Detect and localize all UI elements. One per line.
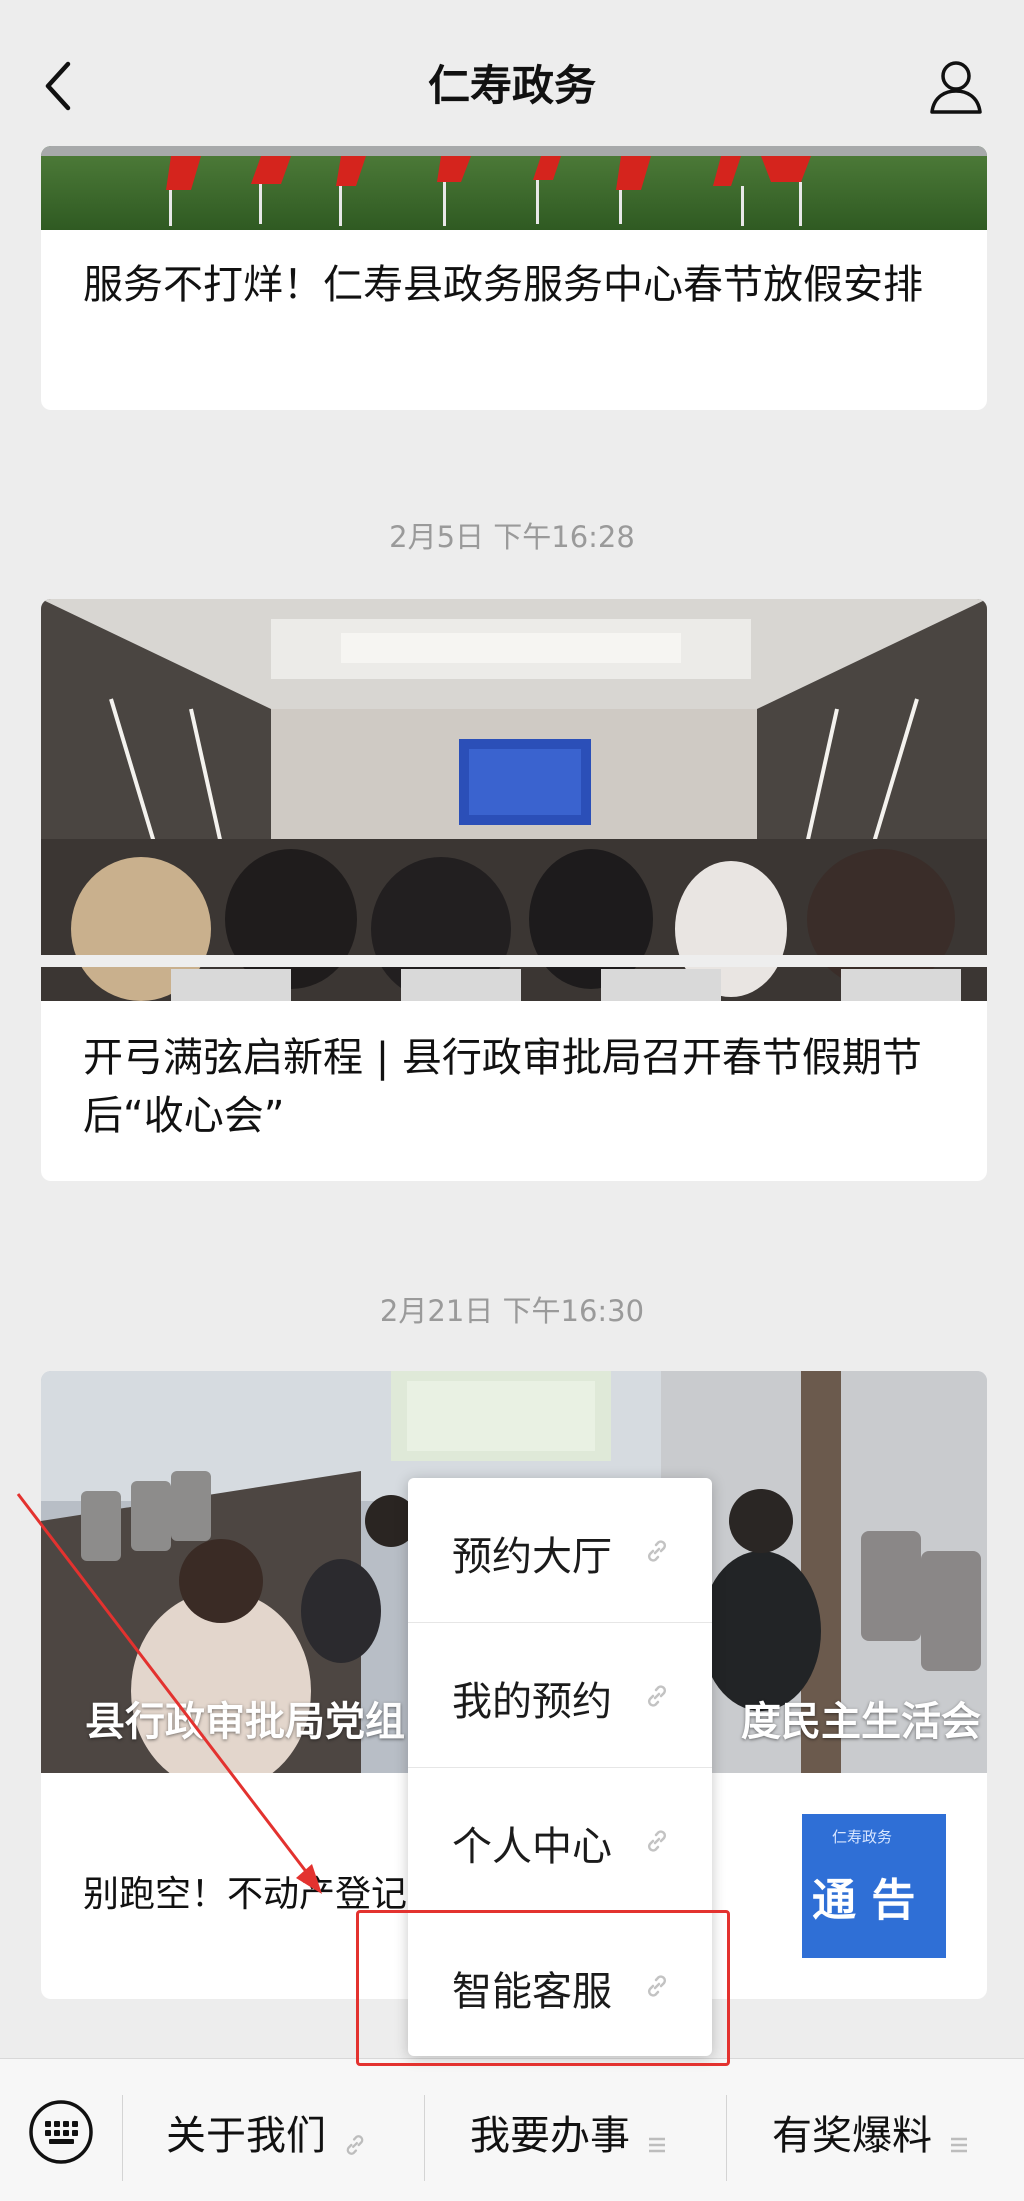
thumbnail-notice-text: 通 告 bbox=[812, 1875, 916, 1926]
menu-item-label: 我的预约 bbox=[452, 1679, 612, 1725]
menu-item-label: 个人中心 bbox=[452, 1824, 612, 1870]
bottom-bar-divider bbox=[122, 2095, 123, 2181]
menu-item-my-appointments[interactable]: 我的预约 bbox=[408, 1623, 712, 1767]
page-title: 仁寿政务 bbox=[427, 61, 596, 110]
bottom-menu-label: 关于我们 bbox=[166, 2113, 326, 2159]
article-thumbnail: 仁寿政务 通 告 bbox=[802, 1814, 946, 1958]
message-timestamp: 2月21日 下午16:30 bbox=[379, 1294, 645, 1328]
menu-item-personal-center[interactable]: 个人中心 bbox=[408, 1768, 712, 1912]
annotation-highlight-box bbox=[356, 1910, 730, 2066]
bottom-menu-label: 有奖爆料 bbox=[772, 2113, 932, 2159]
bottom-menu-label: 我要办事 bbox=[470, 2113, 630, 2159]
bottom-bar-divider bbox=[726, 2095, 727, 2181]
menu-lines-icon bbox=[951, 2137, 968, 2152]
link-icon bbox=[648, 1830, 666, 1852]
keyboard-icon[interactable] bbox=[28, 2099, 94, 2165]
link-icon bbox=[346, 2134, 364, 2155]
article-image bbox=[41, 146, 987, 230]
menu-lines-icon bbox=[649, 2137, 666, 2152]
article-card[interactable]: 服务不打烊！仁寿县政务服务中心春节放假安排 bbox=[41, 146, 987, 410]
bottom-menu-bar: 关于我们 我要办事 有奖爆料 bbox=[0, 2058, 1024, 2201]
bottom-menu-services[interactable]: 我要办事 bbox=[470, 2103, 669, 2163]
menu-item-appointment-hall[interactable]: 预约大厅 bbox=[408, 1478, 712, 1622]
link-icon bbox=[648, 1685, 666, 1707]
thumbnail-small-text: 仁寿政务 bbox=[832, 1828, 893, 1846]
article-card[interactable]: 开弓满弦启新程 | 县行政审批局召开春节假期节后“收心会” bbox=[41, 599, 987, 1181]
bottom-menu-about-us[interactable]: 关于我们 bbox=[166, 2103, 367, 2163]
article-image bbox=[41, 599, 987, 1001]
top-nav-bar: 仁寿政务 bbox=[0, 0, 1024, 146]
bottom-bar-divider bbox=[424, 2095, 425, 2181]
annotation-arrow bbox=[16, 1493, 322, 1894]
article-title: 开弓满弦启新程 | 县行政审批局召开春节假期节后“收心会” bbox=[83, 1035, 922, 1139]
user-icon[interactable] bbox=[926, 56, 986, 116]
menu-item-label: 预约大厅 bbox=[452, 1534, 612, 1580]
article-title: 服务不打烊！仁寿县政务服务中心春节放假安排 bbox=[83, 262, 923, 308]
image-overlay-title-right: 度民主生活会 bbox=[741, 1699, 981, 1745]
message-timestamp: 2月5日 下午16:28 bbox=[389, 520, 635, 554]
link-icon bbox=[648, 1540, 666, 1562]
bottom-menu-tipoff[interactable]: 有奖爆料 bbox=[772, 2103, 971, 2163]
